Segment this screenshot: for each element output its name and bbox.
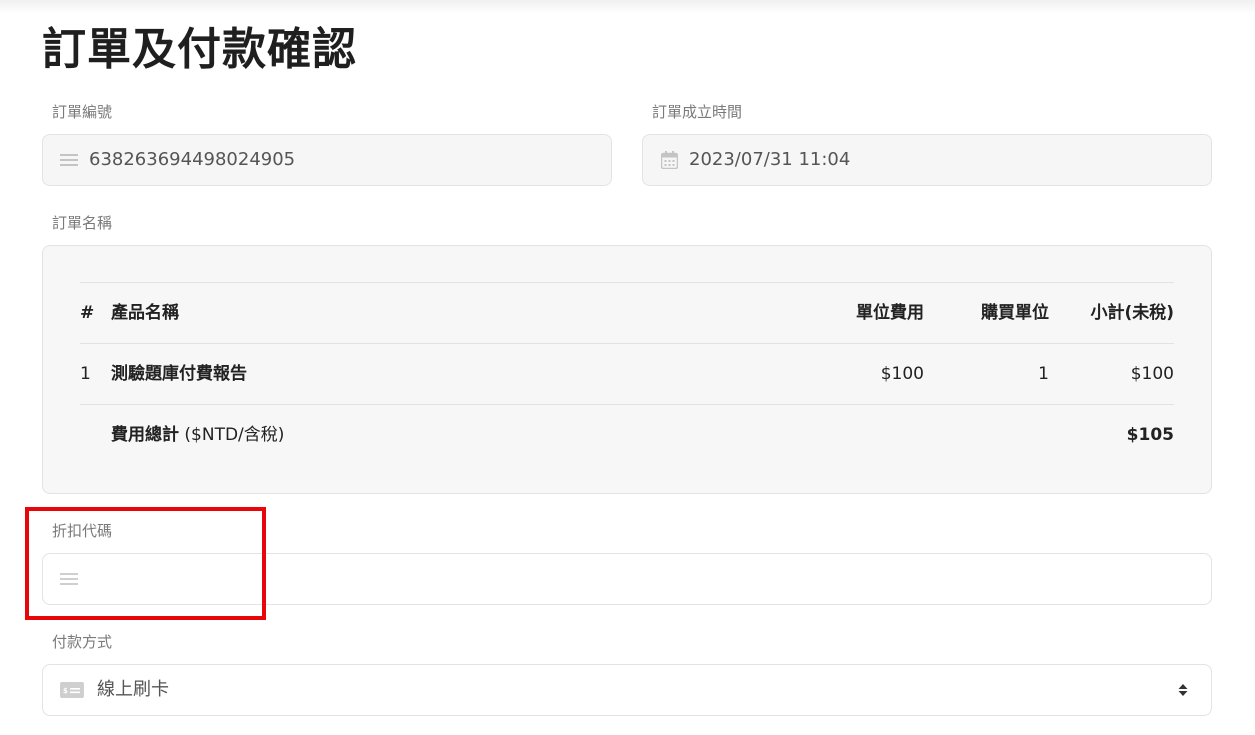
payment-method-label: 付款方式 — [52, 633, 113, 651]
total-label-cell: 費用總計 ($NTD/含稅) — [111, 404, 784, 465]
row-quantity: 1 — [924, 343, 1049, 405]
row-unit-price: $100 — [784, 343, 924, 405]
credit-card-icon: $ — [60, 681, 84, 699]
page-title: 訂單及付款確認 — [42, 24, 357, 75]
row-product: 測驗題庫付費報告 — [111, 343, 784, 405]
table-header-row: # 產品名稱 單位費用 購買單位 小計(未稅) — [80, 282, 1174, 344]
header-subtotal: 小計(未稅) — [1049, 282, 1174, 344]
list-icon — [60, 570, 78, 588]
order-number-field: 638263694498024905 — [42, 134, 612, 186]
order-number-label: 訂單編號 — [52, 103, 113, 121]
payment-method-select[interactable]: $ 線上刷卡 — [42, 664, 1212, 716]
header-quantity: 購買單位 — [924, 282, 1049, 344]
discount-code-field[interactable] — [42, 553, 1212, 605]
order-items-box: # 產品名稱 單位費用 購買單位 小計(未稅) 1 測驗題庫付費報告 $100 … — [42, 245, 1212, 494]
total-value: $105 — [1049, 404, 1174, 465]
order-number-value: 638263694498024905 — [89, 149, 296, 170]
payment-method-value: 線上刷卡 — [97, 679, 169, 700]
header-index: # — [80, 282, 111, 344]
order-time-label: 訂單成立時間 — [652, 103, 743, 121]
calendar-icon — [660, 151, 678, 169]
order-time-value: 2023/07/31 11:04 — [689, 149, 851, 170]
header-shadow — [0, 0, 1255, 14]
table-row: 1 測驗題庫付費報告 $100 1 $100 — [80, 343, 1174, 405]
discount-code-label: 折扣代碼 — [52, 522, 113, 540]
order-name-label: 訂單名稱 — [52, 214, 113, 232]
order-items-table: # 產品名稱 單位費用 購買單位 小計(未稅) 1 測驗題庫付費報告 $100 … — [80, 282, 1174, 465]
total-label: 費用總計 — [111, 425, 179, 445]
list-icon — [60, 151, 78, 169]
order-time-field: 2023/07/31 11:04 — [642, 134, 1212, 186]
row-subtotal: $100 — [1049, 343, 1174, 405]
row-index: 1 — [80, 343, 111, 405]
select-arrows-icon — [1177, 682, 1189, 698]
discount-code-input[interactable] — [89, 559, 1211, 599]
svg-text:$: $ — [63, 687, 68, 695]
total-note: ($NTD/含稅) — [184, 425, 285, 445]
header-unit-price: 單位費用 — [784, 282, 924, 344]
total-row: 費用總計 ($NTD/含稅) $105 — [80, 404, 1174, 465]
header-product: 產品名稱 — [111, 282, 784, 344]
